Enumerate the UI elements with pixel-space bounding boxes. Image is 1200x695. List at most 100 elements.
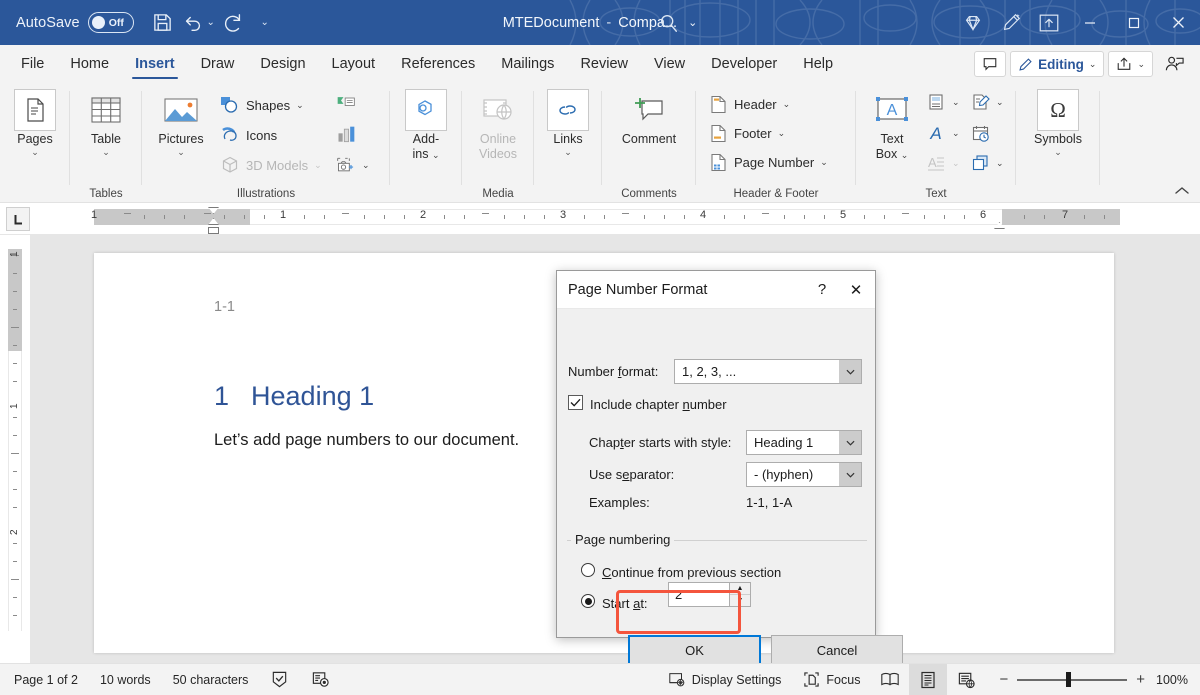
share-button[interactable]: ⌄	[1108, 51, 1153, 77]
tab-mailings[interactable]: Mailings	[488, 45, 567, 83]
search-button[interactable]	[658, 0, 680, 45]
tab-home[interactable]: Home	[57, 45, 122, 83]
chevron-down-icon[interactable]: ⌄	[102, 147, 110, 157]
read-mode-button[interactable]	[871, 664, 909, 695]
chevron-down-icon[interactable]: ⌄	[901, 150, 909, 160]
left-indent-marker[interactable]	[208, 227, 219, 234]
title-chevron-down-icon[interactable]: ⌄	[688, 16, 697, 29]
zoom-control[interactable]: − + 100%	[985, 664, 1200, 695]
print-layout-button[interactable]	[909, 664, 947, 695]
include-chapter-number-checkbox[interactable]	[568, 395, 583, 410]
chevron-down-icon[interactable]: ⌄	[783, 99, 791, 110]
collapse-ribbon-button[interactable]	[1174, 185, 1190, 200]
signature-line-button[interactable]: ⌄	[970, 88, 1004, 116]
display-settings-button[interactable]: Display Settings	[654, 664, 793, 695]
horizontal-ruler[interactable]: 1 1 2 3 4 5 6 7	[0, 203, 1200, 235]
page-indicator[interactable]: Page 1 of 2	[0, 664, 89, 695]
footer-button[interactable]: Footer ⌄	[708, 119, 785, 147]
include-chapter-number-label[interactable]: Include chapter number	[590, 397, 727, 412]
chevron-down-icon[interactable]: ⌄	[177, 147, 185, 157]
comments-button[interactable]	[974, 51, 1006, 77]
close-button[interactable]	[1156, 0, 1200, 45]
tab-draw[interactable]: Draw	[188, 45, 248, 83]
zoom-in-button[interactable]: +	[1136, 671, 1145, 688]
tab-layout[interactable]: Layout	[319, 45, 389, 83]
zoom-slider-handle[interactable]	[1066, 672, 1071, 687]
cancel-button[interactable]: Cancel	[771, 635, 903, 665]
date-time-button[interactable]	[970, 119, 990, 147]
spelling-check-icon[interactable]	[259, 664, 300, 695]
accessibility-checker-icon[interactable]	[300, 664, 341, 695]
chevron-down-icon[interactable]: ⌄	[778, 128, 786, 139]
tab-review[interactable]: Review	[567, 45, 641, 83]
share-people-icon[interactable]	[1157, 51, 1192, 77]
dialog-close-icon[interactable]: ✕	[837, 281, 875, 299]
text-box-button[interactable]: A Text Box ⌄	[863, 89, 921, 162]
tab-stop-selector[interactable]	[6, 207, 30, 231]
zoom-out-button[interactable]: −	[999, 671, 1008, 688]
links-button[interactable]: Links ⌄	[536, 89, 600, 157]
autosave-control[interactable]: AutoSave Off	[16, 12, 134, 33]
shapes-button[interactable]: Shapes ⌄	[220, 91, 304, 119]
tab-help[interactable]: Help	[790, 45, 846, 83]
chevron-down-icon[interactable]	[839, 463, 861, 486]
chapter-style-combobox[interactable]: Heading 1	[746, 430, 862, 455]
zoom-level-label[interactable]: 100%	[1154, 673, 1188, 687]
object-button[interactable]: ⌄	[970, 149, 1004, 177]
chevron-down-icon[interactable]: ⌄	[1089, 59, 1097, 70]
tab-references[interactable]: References	[388, 45, 488, 83]
ok-button[interactable]: OK	[628, 635, 761, 665]
pictures-button[interactable]: Pictures ⌄	[146, 89, 216, 157]
continue-from-previous-radio[interactable]	[581, 563, 595, 577]
chevron-down-icon[interactable]: ⌄	[820, 157, 828, 168]
chevron-down-icon[interactable]: ⌄	[296, 100, 304, 111]
chevron-down-icon[interactable]: ⌄	[564, 147, 572, 157]
character-count[interactable]: 50 characters	[162, 664, 260, 695]
table-button[interactable]: Table ⌄	[74, 89, 138, 157]
tab-developer[interactable]: Developer	[698, 45, 790, 83]
redo-icon[interactable]	[218, 8, 248, 38]
header-button[interactable]: Header ⌄	[708, 90, 790, 118]
chevron-down-icon[interactable]: ⌄	[952, 128, 960, 139]
chevron-down-icon[interactable]	[839, 431, 861, 454]
comment-button[interactable]: Comment	[611, 89, 687, 146]
icons-button[interactable]: Icons	[220, 121, 277, 149]
page-number-format-dialog[interactable]: Page Number Format ? ✕ Number format: 1,…	[556, 270, 876, 638]
word-count[interactable]: 10 words	[89, 664, 162, 695]
chevron-down-icon[interactable]: ⌄	[432, 150, 440, 160]
draw-pen-icon[interactable]	[992, 0, 1030, 45]
save-icon[interactable]	[148, 8, 178, 38]
use-separator-combobox[interactable]: - (hyphen)	[746, 462, 862, 487]
minimize-button[interactable]	[1068, 0, 1112, 45]
number-format-combobox[interactable]: 1, 2, 3, ...	[674, 359, 862, 384]
undo-dropdown-chevron[interactable]: ⌄	[204, 17, 218, 28]
vertical-ruler[interactable]: 1 1 2	[0, 235, 30, 663]
screenshot-button[interactable]: ⌄	[336, 151, 370, 179]
continue-from-previous-label[interactable]: Continue from previous section	[602, 565, 781, 580]
symbols-button[interactable]: Ω Symbols ⌄	[1026, 89, 1090, 157]
page-number-button[interactable]: Page Number ⌄	[708, 148, 828, 176]
tab-file[interactable]: File	[8, 45, 57, 83]
maximize-button[interactable]	[1112, 0, 1156, 45]
tab-design[interactable]: Design	[247, 45, 318, 83]
help-button[interactable]: ?	[807, 281, 837, 298]
chevron-down-icon[interactable]: ⌄	[1137, 59, 1145, 70]
smartart-button[interactable]	[336, 89, 356, 117]
chevron-down-icon[interactable]: ⌄	[996, 97, 1004, 108]
chevron-down-icon[interactable]: ⌄	[1054, 147, 1062, 157]
restore-ribbon-display-icon[interactable]	[1030, 0, 1068, 45]
wordart-button[interactable]: A ⌄	[926, 119, 960, 147]
autosave-toggle[interactable]: Off	[88, 12, 134, 33]
tab-view[interactable]: View	[641, 45, 698, 83]
addins-button[interactable]: Add- ins ⌄	[394, 89, 458, 162]
zoom-slider[interactable]	[1017, 664, 1127, 695]
chevron-down-icon[interactable]	[839, 360, 861, 383]
diamond-icon[interactable]	[954, 0, 992, 45]
editing-mode-button[interactable]: Editing ⌄	[1010, 51, 1104, 77]
chevron-down-icon[interactable]: ⌄	[952, 97, 960, 108]
customize-quick-access-icon[interactable]: ⌄	[258, 17, 272, 28]
chevron-down-icon[interactable]: ⌄	[362, 160, 370, 171]
web-layout-button[interactable]	[947, 664, 985, 695]
focus-button[interactable]: Focus	[792, 664, 871, 695]
chevron-down-icon[interactable]: ⌄	[31, 147, 39, 157]
